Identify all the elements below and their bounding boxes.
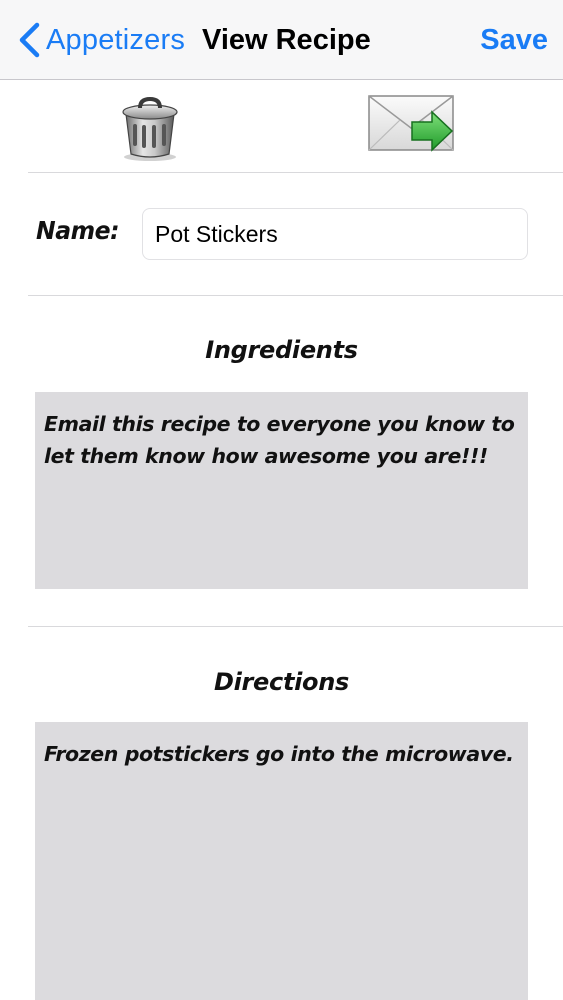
navigation-bar: Appetizers View Recipe Save	[0, 0, 563, 80]
page-title: View Recipe	[202, 24, 371, 56]
back-button[interactable]: Appetizers	[12, 18, 185, 62]
name-label: Name:	[36, 216, 119, 245]
directions-heading: Directions	[213, 668, 350, 696]
name-field[interactable]	[142, 208, 528, 260]
divider	[28, 172, 563, 173]
ingredients-heading: Ingredients	[205, 336, 358, 364]
directions-text-area[interactable]: Frozen potstickers go into the microwave…	[35, 722, 528, 1000]
ingredients-text-area[interactable]: Email this recipe to everyone you know t…	[35, 392, 528, 589]
save-button[interactable]: Save	[480, 20, 548, 60]
divider	[28, 626, 563, 627]
back-button-label: Appetizers	[46, 23, 186, 56]
chevron-left-icon	[12, 20, 46, 60]
trash-can-icon[interactable]	[114, 94, 186, 162]
email-send-icon[interactable]	[366, 92, 458, 156]
divider	[28, 295, 563, 296]
